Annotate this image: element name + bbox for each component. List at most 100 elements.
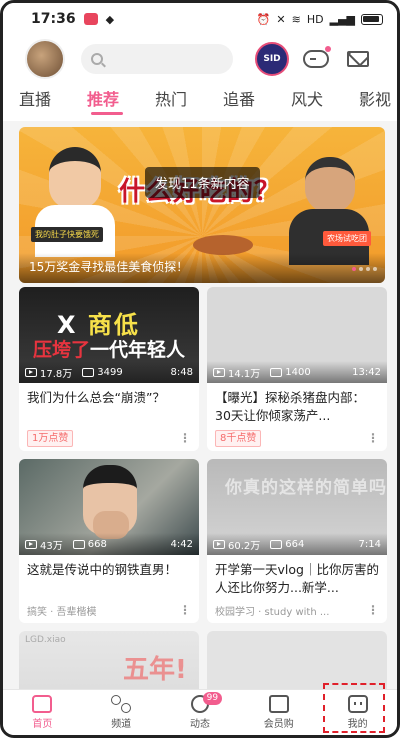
video-stats: 14.1万 1400 13:42: [207, 361, 387, 383]
status-time: 17:36: [31, 11, 76, 27]
video-duration: 7:14: [358, 538, 381, 550]
view-count: 60.2万: [228, 540, 261, 552]
nav-channel[interactable]: 频道: [82, 690, 161, 735]
video-card[interactable]: 你真的这样的简单吗 60.2万 664 7:14 开学第一天vlog｜比你厉害的…: [207, 459, 387, 623]
game-logo-text: SID: [263, 54, 281, 64]
video-card[interactable]: 14.1万 1400 13:42 【曝光】探秘杀猪盘内部：30天让你倾家荡产..…: [207, 287, 387, 451]
nav-dynamic[interactable]: 动态 99: [161, 690, 240, 735]
danmaku-count: 668: [87, 538, 107, 550]
like-badge: 8千点赞: [215, 429, 262, 447]
nav-vip-shop[interactable]: 会员购: [239, 690, 318, 735]
status-right-icons: ⏰ ✕ ≋ HD ▂▄▆: [257, 13, 383, 26]
video-duration: 13:42: [352, 366, 381, 378]
view-count: 17.8万: [40, 368, 73, 380]
play-count-icon: [25, 367, 37, 377]
pagination-dot: [352, 267, 356, 271]
danmaku-icon: [270, 539, 283, 549]
view-count: 14.1万: [228, 368, 261, 380]
danmaku-icon: [72, 539, 85, 549]
search-input[interactable]: [81, 44, 233, 74]
video-thumbnail[interactable]: 14.1万 1400 13:42: [207, 287, 387, 383]
video-card[interactable]: X 商低 压垮了一代年轻人 17.8万 3499 8:48 我们为什么总会“崩溃…: [19, 287, 199, 451]
food-plate-icon: [193, 235, 253, 255]
top-header: SID: [3, 35, 397, 83]
channel-icon: [111, 695, 132, 713]
play-count-icon: [25, 539, 37, 549]
new-content-toast: 发现11条新内容: [145, 167, 260, 198]
thumb-text: 一代年轻人: [90, 339, 186, 361]
mute-icon: ✕: [276, 12, 286, 26]
more-options-icon[interactable]: ⋮: [179, 603, 191, 617]
video-source[interactable]: 校园学习 · study with ...: [215, 603, 329, 618]
nav-label: 会员购: [263, 719, 294, 730]
video-duration: 4:42: [170, 538, 193, 550]
play-count-icon: [213, 367, 225, 377]
layers-icon: ◆: [105, 12, 115, 26]
card-footer: 8千点赞 ⋮: [207, 425, 387, 451]
video-title[interactable]: 【曝光】探秘杀猪盘内部：30天让你倾家荡产...: [207, 383, 387, 425]
more-options-icon[interactable]: ⋮: [179, 431, 191, 445]
nav-label: 动态: [189, 719, 210, 730]
avatar[interactable]: [25, 39, 65, 79]
card-footer: 校园学习 · study with ... ⋮: [207, 597, 387, 623]
video-stats: 43万 668 4:42: [19, 533, 199, 555]
video-source[interactable]: 搞笑 · 吾辈楷模: [27, 603, 97, 618]
notification-app-icon: [83, 13, 98, 25]
tab-anime[interactable]: 追番: [223, 83, 291, 121]
phone-frame: 17:36 ◆ ⏰ ✕ ≋ HD ▂▄▆ SID 直播 推荐 热门 追番 风犬 …: [0, 0, 400, 738]
play-count-icon: [213, 539, 225, 549]
nav-home[interactable]: 首页: [3, 690, 82, 735]
highlight-box: [323, 683, 385, 733]
notification-dot: [325, 46, 331, 52]
tab-fengquan[interactable]: 风犬: [291, 83, 359, 121]
vip-shop-icon: [268, 695, 289, 713]
video-thumbnail[interactable]: X 商低 压垮了一代年轻人 17.8万 3499 8:48: [19, 287, 199, 383]
thumb-text: 五年!: [123, 655, 187, 685]
home-icon: [32, 695, 53, 713]
promo-banner[interactable]: 什么好吃的？ 我的肚子快要饿死 农场试吃团 发现11条新内容 15万奖金寻找最佳…: [19, 127, 385, 283]
tab-live[interactable]: 直播: [19, 83, 87, 121]
video-thumbnail[interactable]: 你真的这样的简单吗 60.2万 664 7:14: [207, 459, 387, 555]
video-title[interactable]: 我们为什么总会“崩溃”？: [19, 383, 199, 425]
more-options-icon[interactable]: ⋮: [367, 603, 379, 617]
alarm-icon: ⏰: [256, 12, 271, 26]
banner-caption: 15万奖金寻找最佳美食侦探！: [29, 260, 189, 274]
danmaku-count: 1400: [285, 366, 311, 378]
mail-icon[interactable]: [347, 51, 369, 67]
video-thumbnail[interactable]: 43万 668 4:42: [19, 459, 199, 555]
thumb-text: 你真的这样的简单吗: [225, 478, 387, 498]
danmaku-count: 664: [285, 538, 305, 550]
video-card[interactable]: 43万 668 4:42 这就是传说中的钢铁直男！ 搞笑 · 吾辈楷模 ⋮: [19, 459, 199, 623]
game-logo-icon[interactable]: SID: [255, 42, 289, 76]
video-title[interactable]: 这就是传说中的钢铁直男！: [19, 555, 199, 597]
video-duration: 8:48: [170, 366, 193, 378]
banner-person-right: [289, 157, 369, 267]
battery-icon: [361, 13, 383, 25]
tab-recommend[interactable]: 推荐: [87, 83, 155, 121]
wifi-icon: ≋: [291, 12, 301, 26]
nav-label: 频道: [111, 719, 132, 730]
channel-tabs: 直播 推荐 热门 追番 风犬 影视: [3, 83, 397, 121]
card-footer: 1万点赞 ⋮: [19, 425, 199, 451]
banner-tag-left: 我的肚子快要饿死: [31, 227, 103, 242]
tab-hot[interactable]: 热门: [155, 83, 223, 121]
banner-pagination: [352, 267, 377, 271]
video-title[interactable]: 开学第一天vlog｜比你厉害的人还比你努力...新学...: [207, 555, 387, 597]
like-badge: 1万点赞: [27, 429, 74, 447]
banner-tag-right: 农场试吃团: [323, 231, 371, 246]
tab-movies[interactable]: 影视: [359, 83, 397, 121]
pagination-dot: [366, 267, 370, 271]
more-options-icon[interactable]: ⋮: [367, 431, 379, 445]
video-stats: 17.8万 3499 8:48: [19, 361, 199, 383]
danmaku-icon: [270, 367, 283, 377]
thumb-logo: LGD.xiao: [25, 635, 66, 645]
thumb-text: 压垮了: [33, 339, 91, 361]
danmaku-count: 3499: [97, 366, 123, 378]
network-label: HD: [306, 12, 324, 26]
status-bar: 17:36 ◆ ⏰ ✕ ≋ HD ▂▄▆: [3, 3, 397, 35]
video-stats: 60.2万 664 7:14: [207, 533, 387, 555]
danmaku-icon: [82, 367, 95, 377]
game-controller-icon[interactable]: [303, 46, 331, 68]
pagination-dot: [373, 267, 377, 271]
view-count: 43万: [40, 540, 63, 552]
